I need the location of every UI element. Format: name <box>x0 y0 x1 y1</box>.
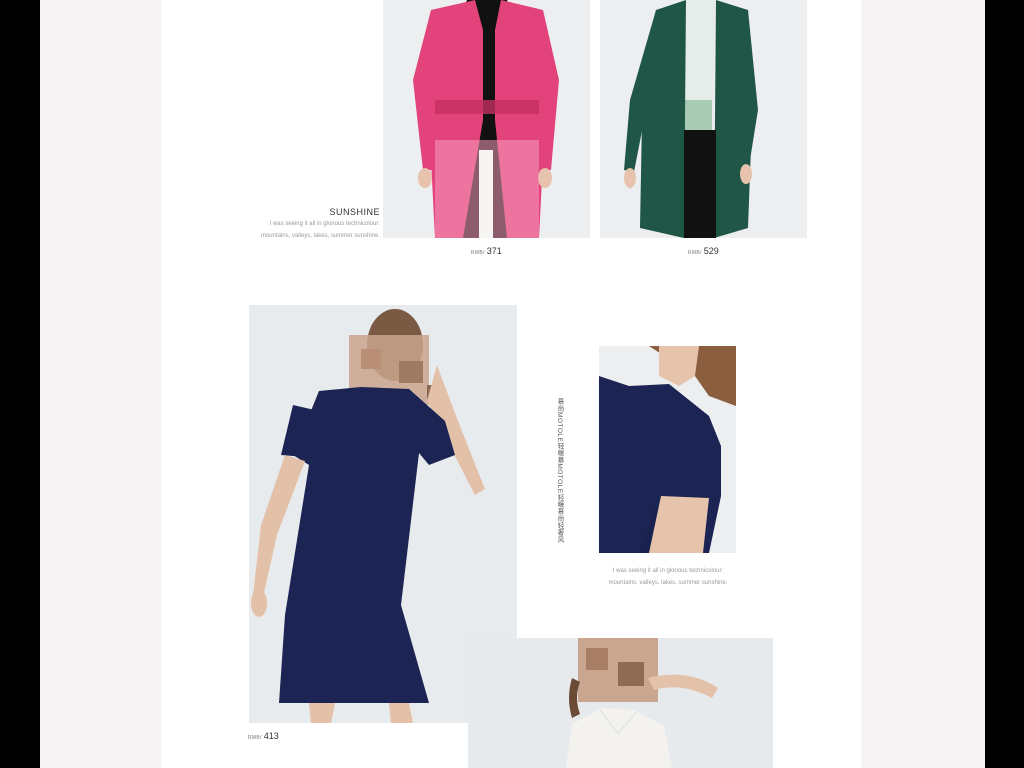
feature-text-line-2: mountains, valleys, lakes, summer sunshi… <box>260 233 380 239</box>
price-pink-coat: RMB/371 <box>471 246 502 256</box>
feature-text: I was seeing it all in glorious technico… <box>248 218 380 242</box>
price-value: 413 <box>263 731 279 741</box>
currency-label: RMB/ <box>248 735 262 741</box>
detail-text-line-1: I was seeing it all in glorious technico… <box>612 568 724 574</box>
feature-title: SUNSHINE <box>329 207 380 217</box>
vertical-brand-text: 慕尚MOTOLE轻暖慕MOTOLE轻暖慕尚轻奢风 <box>556 398 563 543</box>
price-green-coat: RMB/529 <box>688 246 719 256</box>
feature-text-line-1: I was seeing it all in glorious technico… <box>269 221 380 227</box>
price-value: 529 <box>703 246 719 256</box>
price-value: 371 <box>486 246 502 256</box>
currency-label: RMB/ <box>688 250 702 256</box>
product-photo-white-top[interactable] <box>468 638 773 768</box>
product-photo-green-coat[interactable] <box>600 0 807 238</box>
product-photo-pink-coat[interactable] <box>383 0 590 238</box>
detail-photo-navy-dress[interactable] <box>599 346 736 553</box>
currency-label: RMB/ <box>471 250 485 256</box>
detail-text: I was seeing it all in glorious technico… <box>596 565 740 589</box>
detail-text-line-2: mountains, valleys, lakes, summer sunshi… <box>608 580 728 586</box>
price-navy-dress: RMB/413 <box>248 731 279 741</box>
